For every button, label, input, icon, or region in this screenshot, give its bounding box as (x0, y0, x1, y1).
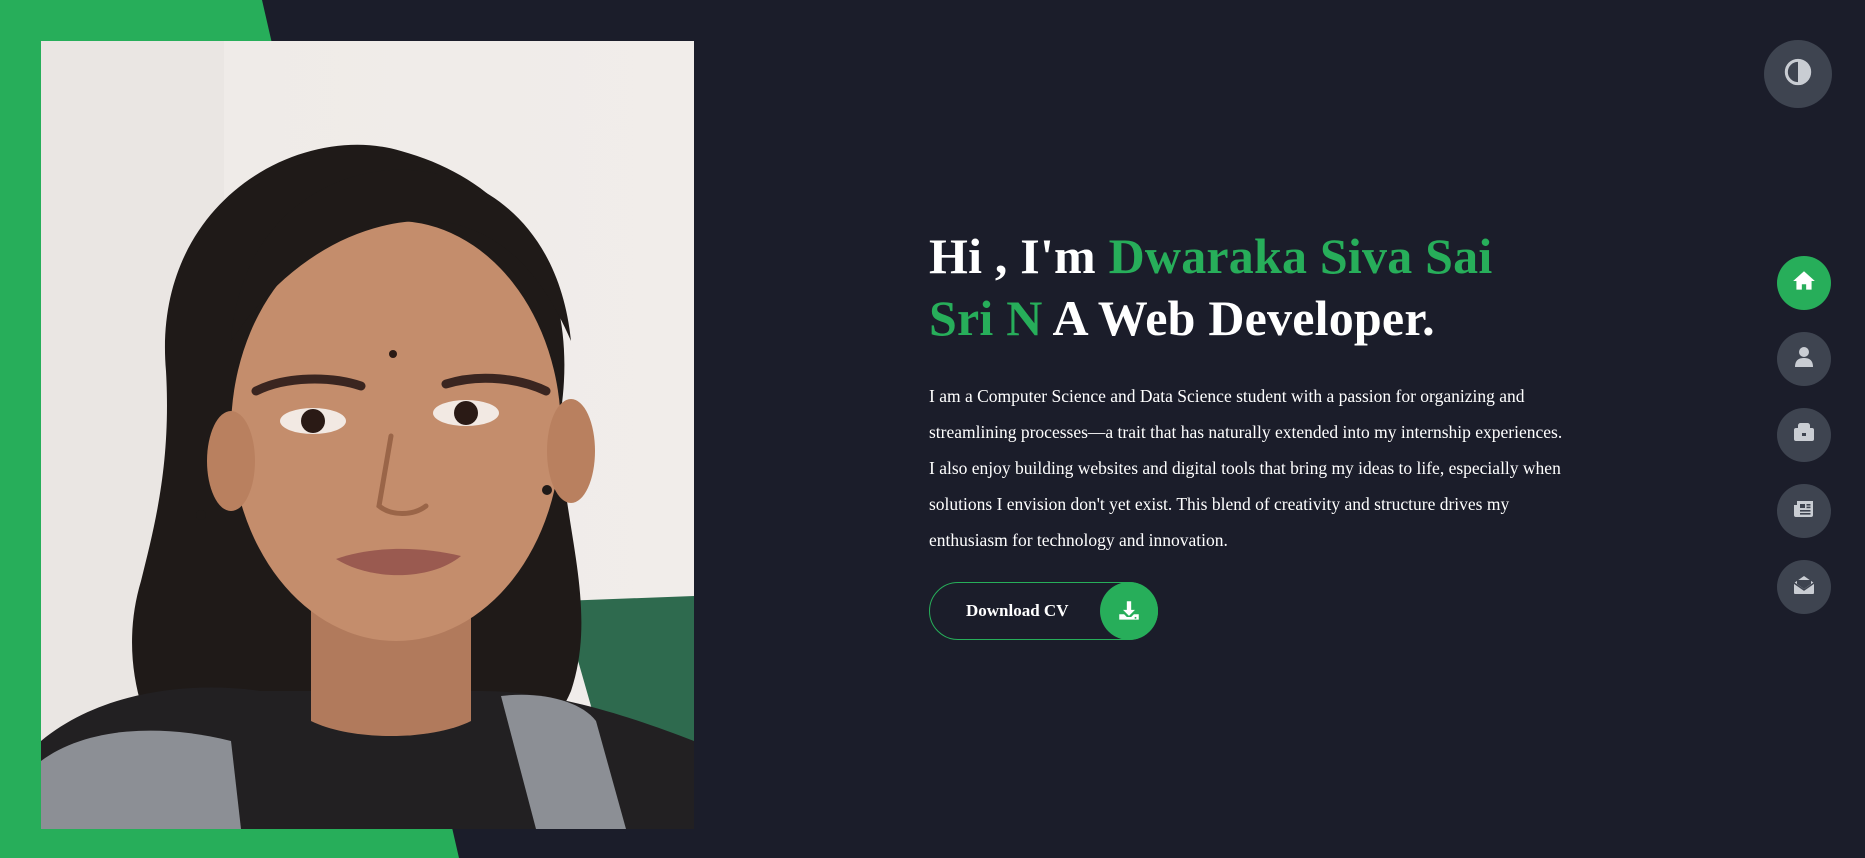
hero-section: Hi , I'm Dwaraka Siva Sai Sri N A Web De… (929, 225, 1569, 640)
hero-heading: Hi , I'm Dwaraka Siva Sai Sri N A Web De… (929, 225, 1569, 349)
greeting-text: Hi , I'm (929, 228, 1109, 284)
download-cv-label: Download CV (966, 601, 1069, 620)
newspaper-icon (1792, 497, 1816, 526)
profile-photo (41, 41, 694, 829)
theme-toggle-button[interactable] (1764, 40, 1832, 108)
nav-contact-button[interactable] (1777, 560, 1831, 614)
briefcase-icon (1792, 421, 1816, 450)
hero-description: I am a Computer Science and Data Science… (929, 386, 1563, 550)
download-cv-button[interactable]: Download CV (929, 582, 1158, 640)
home-icon (1791, 268, 1817, 299)
contrast-icon (1784, 58, 1812, 91)
nav-about-button[interactable] (1777, 332, 1831, 386)
nav-blog-button[interactable] (1777, 484, 1831, 538)
nav-home-button[interactable] (1777, 256, 1831, 310)
user-icon (1792, 345, 1816, 374)
download-icon (1100, 582, 1158, 640)
nav-portfolio-button[interactable] (1777, 408, 1831, 462)
envelope-open-icon (1792, 573, 1816, 602)
role-text: A Web Developer. (1042, 290, 1435, 346)
